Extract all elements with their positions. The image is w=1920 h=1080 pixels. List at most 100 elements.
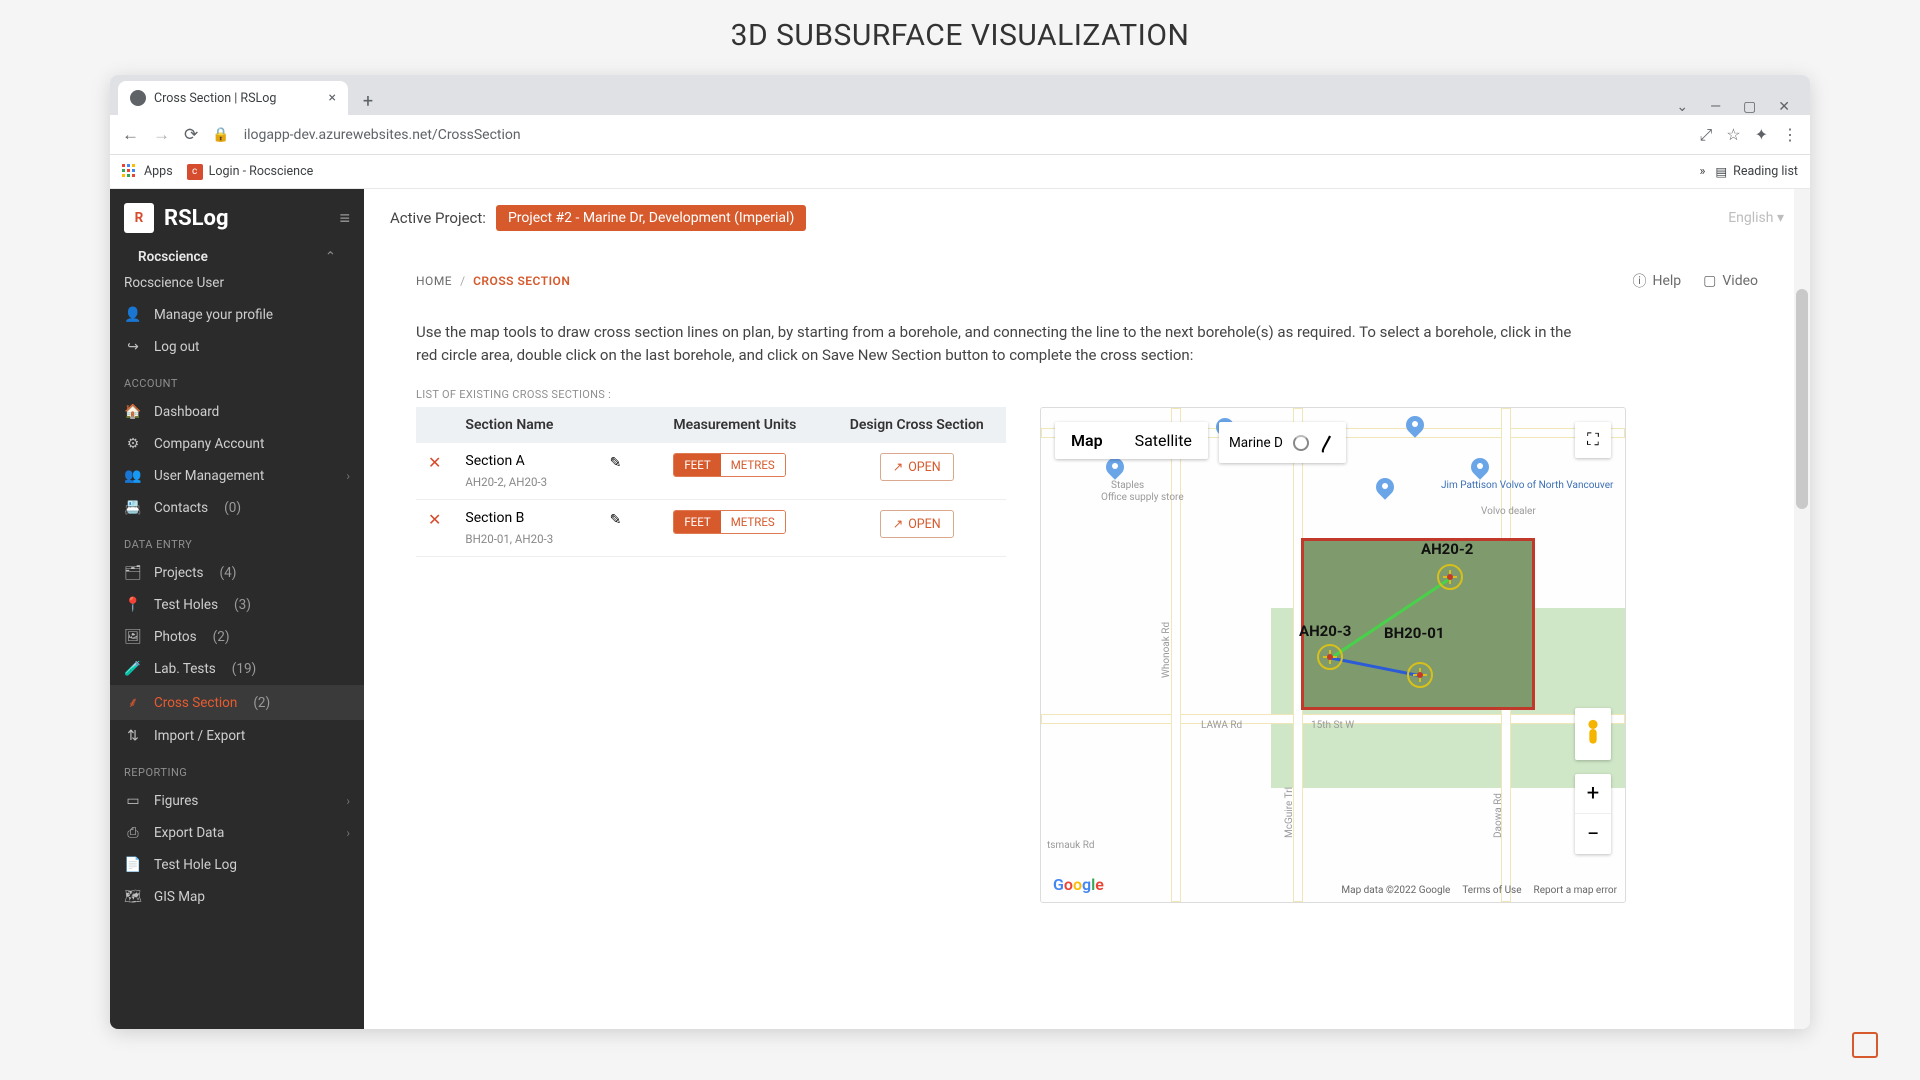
sidebar-item-projects[interactable]: 🗂Projects(4) [110,557,364,589]
map-type-toggle[interactable]: Map Satellite [1055,422,1208,459]
section-name[interactable]: Section A [465,453,524,469]
contacts-count: (0) [224,500,241,516]
edit-icon[interactable]: ✎ [610,512,622,528]
bookmark-favicon-icon: c [187,164,203,180]
zoom-in-icon[interactable]: + [1575,774,1611,814]
browser-window: Cross Section | RSLog × + ⌄ — ▢ ✕ ← → ⟳ … [110,75,1810,1029]
sidebar-item-figures[interactable]: ▭Figures› [110,785,364,817]
sidebar-item-photos[interactable]: 🖼Photos(2) [110,621,364,653]
breadcrumb-current: CROSS SECTION [473,274,570,288]
borehole-marker[interactable] [1407,662,1433,688]
sidebar-item-company[interactable]: ⚙Company Account [110,428,364,460]
forward-icon: → [153,125,170,145]
scrollbar[interactable] [1794,189,1810,1029]
zoom-out-icon[interactable]: − [1575,814,1611,854]
map-poi-icon[interactable] [1376,478,1394,502]
bookmarks-overflow-icon[interactable]: » [1699,164,1705,179]
borehole-marker[interactable] [1437,564,1463,590]
sidebar-item-logout[interactable]: ↪ Log out [110,331,364,363]
help-link[interactable]: ⓘHelp [1632,271,1681,291]
lock-icon[interactable]: 🔒 [212,127,229,143]
unit-toggle[interactable]: FEET METRES [673,453,785,477]
extensions-icon[interactable]: ✦ [1755,125,1768,144]
streetview-pegman-icon[interactable] [1575,708,1611,760]
map-poi-icon[interactable] [1106,458,1124,482]
sidebar-item-dashboard[interactable]: 🏠Dashboard [110,396,364,428]
unit-toggle[interactable]: FEET METRES [673,510,785,534]
new-tab-button[interactable]: + [354,87,382,115]
unit-metres[interactable]: METRES [721,511,785,533]
scrollbar-thumb[interactable] [1796,289,1808,509]
road-label: LAWA Rd [1201,720,1242,731]
map-report[interactable]: Report a map error [1534,885,1617,896]
sidebar-item-crosssection[interactable]: ⸙Cross Section(2) [110,685,364,720]
bookmark-login[interactable]: c Login - Rocscience [187,164,314,180]
language-selector[interactable]: English ▾ [1728,210,1784,226]
unit-feet[interactable]: FEET [674,511,720,533]
close-window-icon[interactable]: ✕ [1778,99,1790,115]
close-tab-icon[interactable]: × [329,90,336,106]
delete-row-icon[interactable]: ✕ [428,510,441,529]
section-account: ACCOUNT [110,363,364,396]
map-poi-icon[interactable] [1471,458,1489,482]
breadcrumb-home[interactable]: HOME [416,274,452,288]
crosssection-icon: ⸙ [124,693,142,712]
map-type-satellite[interactable]: Satellite [1119,422,1208,459]
active-project-label: Active Project: [390,209,486,227]
delete-row-icon[interactable]: ✕ [428,453,441,472]
minimize-icon[interactable]: — [1710,99,1721,115]
sidebar-item-labtests[interactable]: 🧪Lab. Tests(19) [110,653,364,685]
sidebar-item-testholes[interactable]: 📍Test Holes(3) [110,589,364,621]
sidebar-item-profile[interactable]: 👤 Manage your profile [110,299,364,331]
map-section-selector[interactable]: Marine D 〳 [1219,422,1346,463]
borehole-marker[interactable] [1317,644,1343,670]
fullscreen-icon[interactable]: ⛶ [1575,422,1611,458]
projects-label: Projects [154,565,204,581]
active-project-chip[interactable]: Project #2 - Marine Dr, Development (Imp… [496,205,806,231]
gismap-label: GIS Map [154,889,205,905]
sidebar-item-users[interactable]: 👥User Management› [110,460,364,492]
sidebar-item-testholelog[interactable]: 📄Test Hole Log [110,849,364,881]
sidebar-item-contacts[interactable]: 📇Contacts(0) [110,492,364,524]
tab-strip: Cross Section | RSLog × + ⌄ — ▢ ✕ [110,75,1810,115]
reading-list[interactable]: ▤ Reading list [1715,164,1798,180]
road-label: McGuire Trl [1284,787,1295,838]
edit-icon[interactable]: ✎ [610,455,622,471]
polyline-icon[interactable]: 〳 [1319,430,1336,455]
tabs-dropdown-icon[interactable]: ⌄ [1676,99,1688,115]
kebab-menu-icon[interactable]: ⋮ [1782,125,1798,144]
reload-icon[interactable]: ⟳ [184,125,198,145]
map-panel[interactable]: Park LAWA Rd 15th St W Whonoak Rd McGuir… [1040,407,1626,903]
map-type-map[interactable]: Map [1055,422,1119,459]
maximize-icon[interactable]: ▢ [1743,99,1756,115]
sidebar-toggle-icon[interactable]: ≡ [339,208,350,229]
section-name[interactable]: Section B [465,510,524,526]
refresh-icon[interactable] [1293,435,1309,451]
corner-expand-icon[interactable] [1852,1032,1878,1058]
map-poi-icon[interactable] [1406,416,1424,440]
back-icon[interactable]: ← [122,125,139,145]
contacts-icon: 📇 [124,500,142,516]
star-icon[interactable]: ☆ [1726,125,1740,144]
video-link[interactable]: ▢Video [1703,271,1758,291]
open-button[interactable]: ↗OPEN [880,453,954,481]
map-zoom: + − [1575,774,1611,854]
open-button[interactable]: ↗OPEN [880,510,954,538]
unit-feet[interactable]: FEET [674,454,720,476]
browser-tab[interactable]: Cross Section | RSLog × [118,81,348,115]
crosssection-label: Cross Section [154,695,237,711]
bookmark-login-label: Login - Rocscience [209,164,314,179]
sidebar-item-import-export[interactable]: ⇅Import / Export [110,720,364,752]
section-data-entry: DATA ENTRY [110,524,364,557]
map-terms[interactable]: Terms of Use [1462,885,1521,896]
apps-shortcut[interactable]: Apps [122,164,173,180]
url-text[interactable]: ilogapp-dev.azurewebsites.net/CrossSecti… [244,127,521,143]
unit-metres[interactable]: METRES [721,454,785,476]
testholes-label: Test Holes [154,597,218,613]
sidebar-item-gismap[interactable]: 🗺GIS Map [110,881,364,913]
tenant-block[interactable]: Rocscience ⌃ Rocscience User [110,243,364,299]
exportdata-label: Export Data [154,825,224,841]
sidebar-item-exportdata[interactable]: ⎙Export Data› [110,817,364,849]
import-export-label: Import / Export [154,728,245,744]
install-app-icon[interactable]: ⤢ [1699,125,1712,145]
